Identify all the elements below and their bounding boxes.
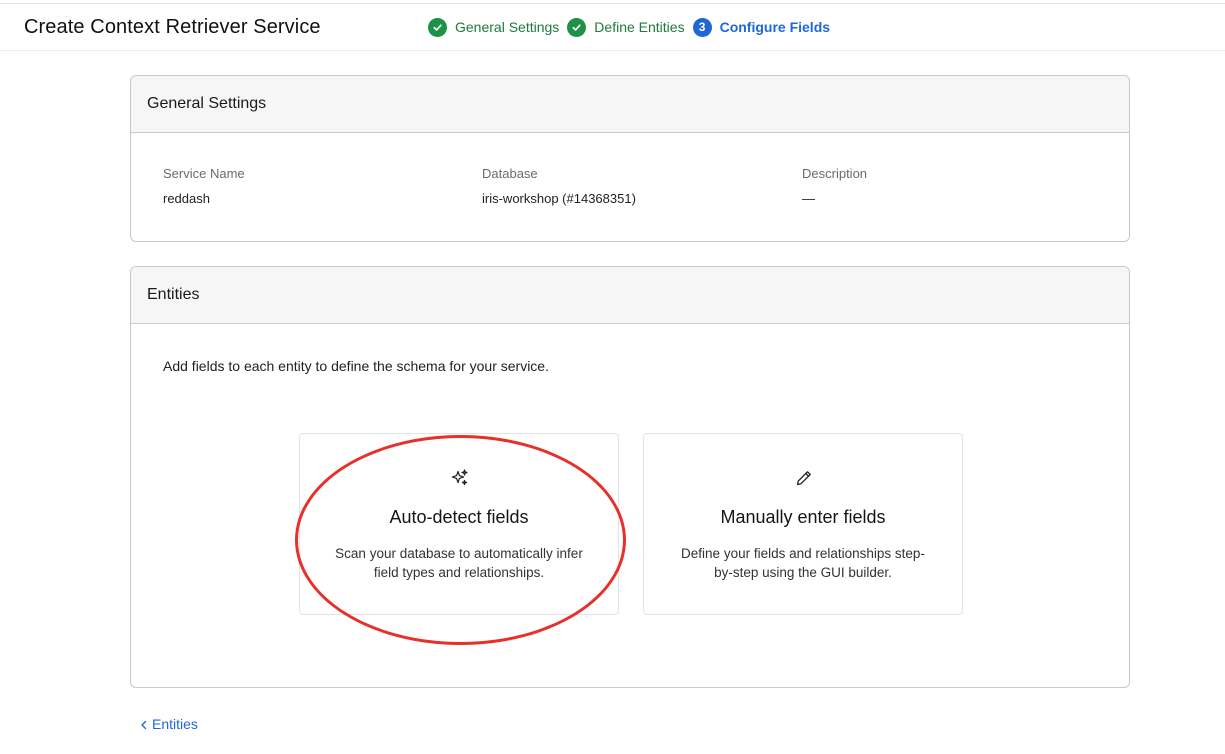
check-icon <box>428 17 447 37</box>
step-general-settings[interactable]: General Settings <box>428 17 560 37</box>
field-label: Service Name <box>163 166 245 181</box>
option-title: Auto-detect fields <box>389 507 529 527</box>
page-title: Create Context Retriever Service <box>24 16 321 38</box>
option-title: Manually enter fields <box>720 507 886 527</box>
step-define-entities[interactable]: Define Entities <box>567 17 685 37</box>
field-label: Description <box>802 166 868 181</box>
field-value: iris-workshop (#14368351) <box>482 191 636 206</box>
page-header: Create Context Retriever Service General… <box>0 4 1225 51</box>
check-icon <box>567 17 587 37</box>
pencil-icon <box>794 468 814 488</box>
field-label: Database <box>482 166 538 181</box>
entities-card: Entities Add fields to each entity to de… <box>130 266 1130 688</box>
option-description: Scan your database to automatically infe… <box>335 546 583 580</box>
manually-enter-fields-option[interactable]: Manually enter fields Define your fields… <box>643 433 963 615</box>
step-label: Define Entities <box>594 19 685 35</box>
field-value: reddash <box>163 191 210 206</box>
card-heading: General Settings <box>131 76 1129 133</box>
step-configure-fields[interactable]: 3 Configure Fields <box>692 17 831 37</box>
service-name-field: Service Name reddash <box>163 166 245 206</box>
description-field: Description — <box>802 166 867 206</box>
step-label: General Settings <box>455 19 560 35</box>
chevron-left-icon <box>139 718 149 730</box>
option-description: Define your fields and relationships ste… <box>681 546 925 580</box>
sparkles-icon <box>450 468 470 488</box>
step-number-badge: 3 <box>692 17 712 37</box>
back-to-entities-link[interactable]: Entities <box>139 716 198 732</box>
database-field: Database iris-workshop (#14368351) <box>482 166 636 206</box>
entities-description: Add fields to each entity to define the … <box>163 358 549 374</box>
progress-stepper: General Settings Define Entities 3 Confi… <box>428 17 838 37</box>
field-value: — <box>802 191 815 206</box>
step-label: Configure Fields <box>719 19 831 35</box>
auto-detect-fields-option[interactable]: Auto-detect fields Scan your database to… <box>299 433 619 615</box>
back-link-label: Entities <box>152 716 198 732</box>
general-settings-card: General Settings Service Name reddash Da… <box>130 75 1130 242</box>
card-heading: Entities <box>131 267 1129 324</box>
